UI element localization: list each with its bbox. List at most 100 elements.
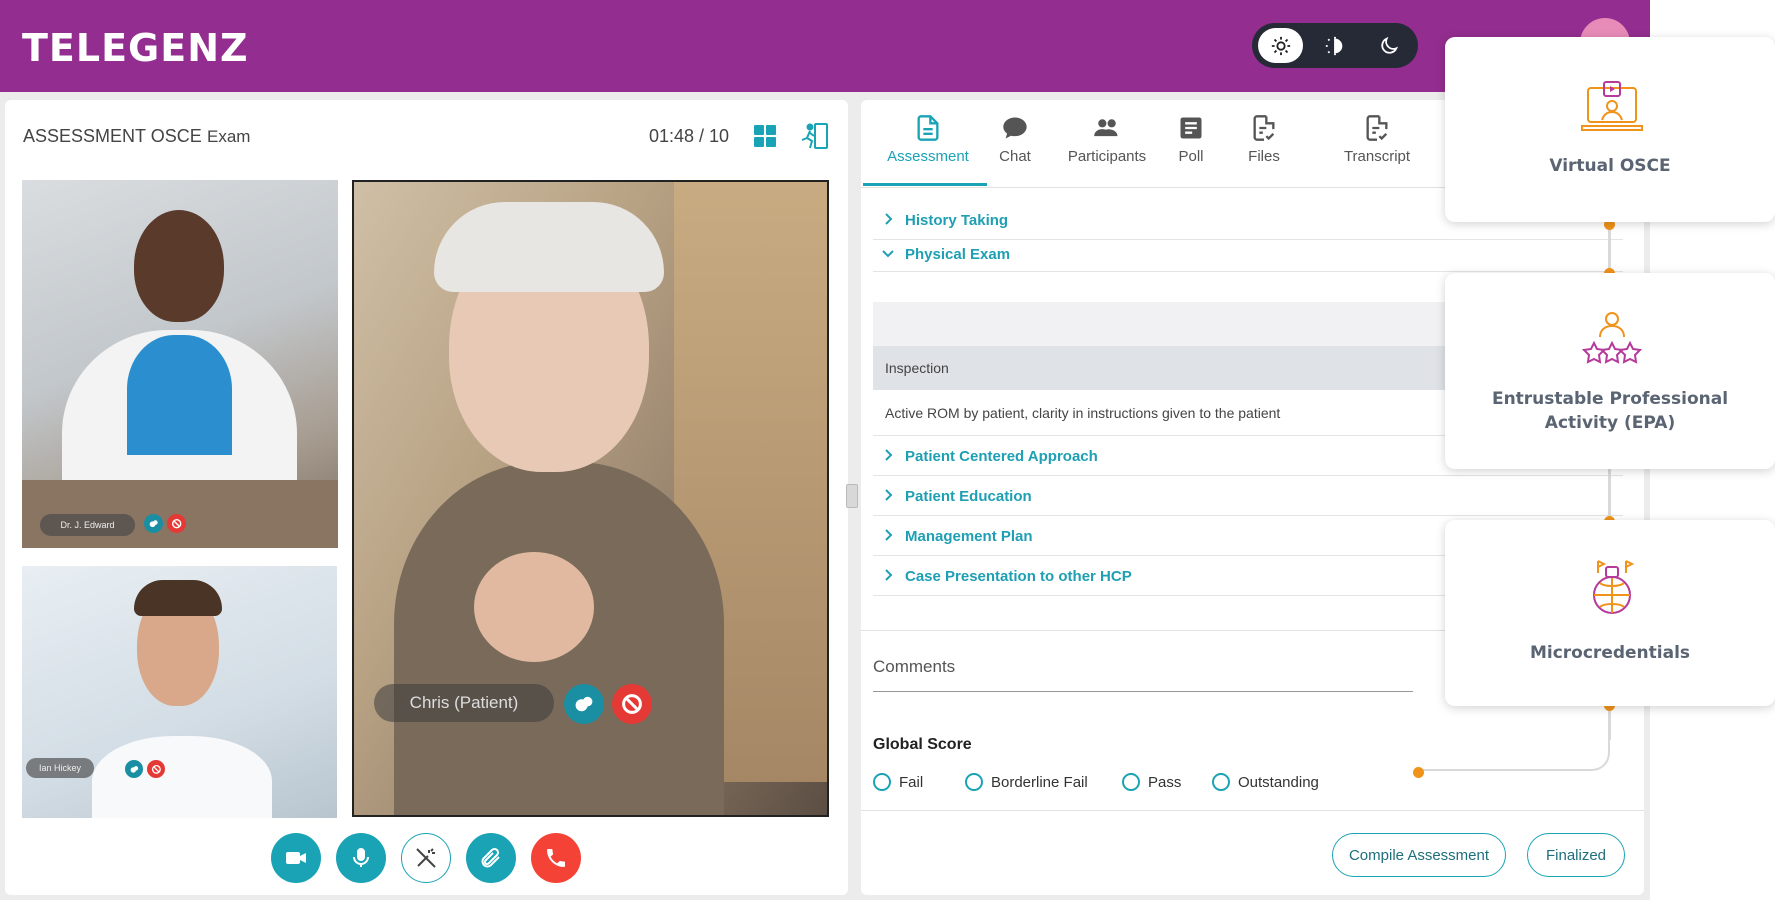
tab-label: Poll <box>1178 148 1204 165</box>
paperclip-icon <box>481 847 500 868</box>
video-camera-icon <box>286 852 306 864</box>
ian-figure <box>92 736 272 818</box>
radio-label: Outstanding <box>1238 774 1319 791</box>
tab-label: Files <box>1248 148 1280 165</box>
microphone-button[interactable] <box>336 833 386 883</box>
tab-chat[interactable]: Chat <box>985 114 1045 165</box>
document-icon <box>917 115 939 141</box>
patient-hair <box>434 202 664 292</box>
block-icon[interactable] <box>612 684 652 724</box>
chevron-right-icon <box>885 449 893 461</box>
session-timer: 01:48 / 10 <box>649 126 730 146</box>
comments-placeholder: Comments <box>873 657 956 676</box>
inspection-label: Inspection <box>885 360 949 376</box>
phone-hangup-icon <box>547 849 565 867</box>
patient-hands <box>474 552 594 662</box>
auto-mode-button[interactable] <box>1312 28 1357 63</box>
people-icon <box>1094 119 1118 137</box>
tab-poll[interactable]: Poll <box>1171 114 1211 165</box>
tab-participants[interactable]: Participants <box>1057 114 1157 165</box>
light-mode-button[interactable] <box>1258 28 1303 63</box>
divider <box>861 810 1644 811</box>
radio-circle <box>1122 773 1140 791</box>
app-window: TELEGENZ ASSESSMENT OSCE Exam 01:48 / 10 <box>0 0 1650 900</box>
attachment-button[interactable] <box>466 833 516 883</box>
participant-name-tag: Ian Hickey <box>26 758 94 778</box>
doctor-scrubs <box>127 335 232 455</box>
transcript-icon <box>1366 115 1388 141</box>
telegenz-logo: TELEGENZ <box>22 26 249 70</box>
effects-button[interactable] <box>401 833 451 883</box>
chevron-right-icon <box>885 529 893 541</box>
card-title: Entrustable Professional Activity (EPA) <box>1491 389 1729 433</box>
panel-resize-handle[interactable] <box>846 484 858 508</box>
tab-label: Participants <box>1067 148 1147 165</box>
card-title: Microcredentials <box>1529 643 1691 663</box>
timeline-dot <box>1413 767 1424 778</box>
block-icon[interactable] <box>167 514 186 533</box>
radio-label: Pass <box>1148 774 1182 791</box>
radio-circle <box>965 773 983 791</box>
finalized-button[interactable]: Finalized <box>1527 833 1625 877</box>
sun-icon <box>1271 36 1290 55</box>
card-microcredentials[interactable]: Microcredentials <box>1445 520 1775 706</box>
chat-icon <box>1003 117 1027 139</box>
chevron-down-icon <box>882 250 894 258</box>
half-sun-icon <box>1325 36 1342 55</box>
section-physical-exam[interactable]: Physical Exam <box>873 236 1623 272</box>
session-type: Exam <box>207 127 251 146</box>
active-tab-indicator <box>863 183 987 186</box>
card-title: Virtual OSCE <box>1549 156 1671 176</box>
section-label: Case Presentation to other HCP <box>905 568 1132 585</box>
virtual-osce-icon <box>1581 81 1643 131</box>
exit-room-icon[interactable] <box>799 121 829 151</box>
video-tile-doctor[interactable]: Dr. J. Edward <box>22 180 338 548</box>
tab-label: Transcript <box>1343 148 1411 165</box>
microphone-icon <box>353 848 369 867</box>
camera-button[interactable] <box>271 833 321 883</box>
radio-circle <box>873 773 891 791</box>
theme-switcher <box>1252 23 1418 68</box>
inspection-detail-text: Active ROM by patient, clarity in instru… <box>885 405 1281 421</box>
files-icon <box>1253 115 1275 141</box>
section-label: Patient Education <box>905 488 1032 505</box>
video-tile-patient[interactable]: Chris (Patient) <box>352 180 829 817</box>
chevron-right-icon <box>885 489 893 501</box>
top-bar: TELEGENZ <box>0 0 1650 92</box>
ian-hair <box>134 580 222 616</box>
magic-off-icon <box>416 848 436 868</box>
radio-circle <box>1212 773 1230 791</box>
dark-mode-button[interactable] <box>1366 28 1411 63</box>
card-virtual-osce[interactable]: Virtual OSCE <box>1445 37 1775 222</box>
compile-assessment-button[interactable]: Compile Assessment <box>1332 833 1506 877</box>
chevron-right-icon <box>885 569 893 581</box>
comments-input[interactable]: Comments <box>873 648 1413 692</box>
grid-layout-icon[interactable] <box>753 124 777 148</box>
doctor-head <box>134 210 224 322</box>
radio-label: Fail <box>899 774 924 791</box>
share-icon[interactable] <box>144 514 163 533</box>
tab-label: Assessment <box>887 148 969 165</box>
tab-label: Chat <box>999 148 1031 165</box>
share-icon[interactable] <box>564 684 604 724</box>
call-controls <box>5 833 848 883</box>
global-score-title: Global Score <box>873 736 972 753</box>
section-label: Management Plan <box>905 528 1033 545</box>
timeline-curve <box>1418 735 1610 771</box>
tab-transcript[interactable]: Transcript <box>1337 114 1417 165</box>
moon-icon <box>1380 36 1398 54</box>
section-label: History Taking <box>905 212 1009 229</box>
section-label: Physical Exam <box>905 246 1011 263</box>
share-icon[interactable] <box>125 760 143 778</box>
section-patient-education[interactable]: Patient Education <box>873 476 1623 516</box>
end-call-button[interactable] <box>531 833 581 883</box>
session-title: ASSESSMENT OSCE <box>23 126 202 146</box>
epa-icon <box>1581 312 1643 364</box>
card-epa[interactable]: Entrustable Professional Activity (EPA) <box>1445 273 1775 469</box>
block-icon[interactable] <box>147 760 165 778</box>
tab-assessment[interactable]: Assessment <box>883 114 973 165</box>
section-label: Patient Centered Approach <box>905 448 1098 465</box>
tab-files[interactable]: Files <box>1244 114 1284 165</box>
video-tile-ian-hickey[interactable]: Ian Hickey <box>22 566 337 818</box>
radio-label: Borderline Fail <box>991 774 1088 791</box>
